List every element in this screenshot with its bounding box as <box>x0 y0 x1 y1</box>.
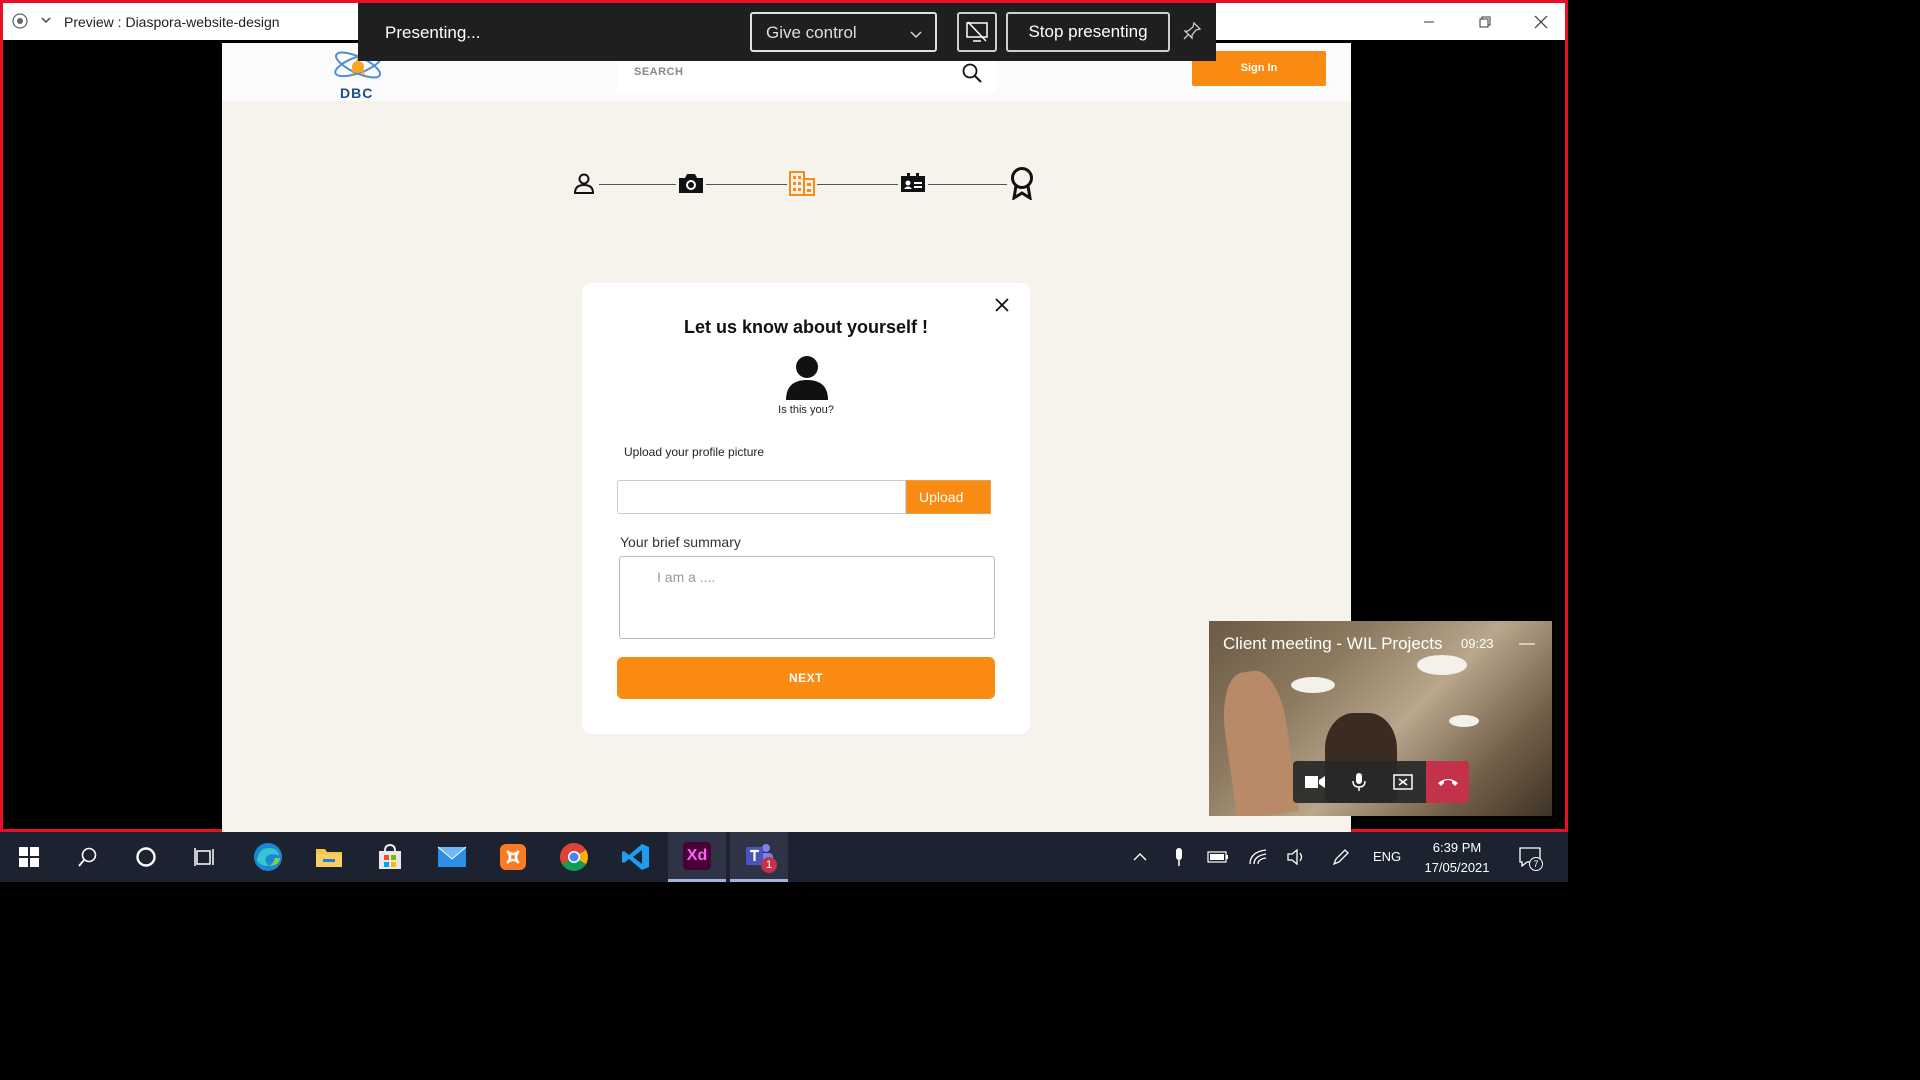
pin-icon[interactable] <box>1182 21 1204 43</box>
notifications-icon[interactable]: 7 <box>1517 846 1543 871</box>
volume-icon[interactable] <box>1285 846 1307 868</box>
wifi-icon[interactable] <box>1247 846 1269 868</box>
meeting-elapsed-time: 09:23 <box>1461 636 1494 651</box>
clock-time: 6:39 PM <box>1432 840 1482 855</box>
task-view-icon <box>194 848 214 866</box>
file-explorer-icon <box>316 849 342 867</box>
presenting-status: Presenting... <box>385 23 481 42</box>
stop-sharing-screen-button[interactable] <box>957 12 997 52</box>
adobe-xd-label: Xd <box>686 847 708 864</box>
mail-app[interactable] <box>423 832 481 882</box>
store-app[interactable] <box>361 832 419 882</box>
meeting-title: Client meeting - WIL Projects <box>1223 634 1443 653</box>
notifications-count: 7 <box>1529 857 1543 871</box>
participant-video <box>1217 667 1299 816</box>
stop-presenting-button[interactable]: Stop presenting <box>1006 12 1170 52</box>
xampp-icon <box>500 844 526 870</box>
avatar-icon[interactable] <box>785 355 829 401</box>
give-control-dropdown[interactable]: Give control <box>750 12 937 52</box>
vscode-icon <box>622 844 649 870</box>
xampp-app[interactable] <box>484 832 542 882</box>
about-yourself-modal: Let us know about yourself ! Is this you… <box>582 283 1030 734</box>
upload-file-field[interactable] <box>617 480 906 514</box>
summary-textarea[interactable] <box>619 556 995 639</box>
task-view-button[interactable] <box>176 832 234 882</box>
clock-date: 17/05/2021 <box>1424 860 1490 875</box>
close-icon[interactable] <box>994 297 1010 313</box>
search-icon[interactable] <box>962 63 982 88</box>
edge-icon <box>254 843 282 871</box>
minimize-icon[interactable]: — <box>1519 635 1535 653</box>
logo-text: DBC <box>340 85 374 101</box>
close-window-button[interactable] <box>1513 3 1569 40</box>
app-window: Preview : Diaspora-website-design DBC SE… <box>0 0 1569 833</box>
video-camera-icon <box>1305 776 1325 788</box>
step-camera-icon[interactable] <box>676 166 706 200</box>
search-placeholder: SEARCH <box>634 66 684 78</box>
video-background <box>1291 677 1335 693</box>
step-building-icon[interactable] <box>787 166 817 200</box>
share-tray-button[interactable] <box>1381 761 1425 803</box>
input-language[interactable]: ENG <box>1373 849 1401 864</box>
give-control-label: Give control <box>766 23 857 42</box>
summary-label: Your brief summary <box>620 534 741 550</box>
teams-notification-badge: 1 <box>761 857 777 873</box>
step-id-card-icon[interactable] <box>898 166 928 200</box>
show-hidden-icons-chevron-icon[interactable] <box>1129 846 1151 868</box>
vscode-app[interactable] <box>607 832 665 882</box>
windows-taskbar: Xd 1 ENG 6:39 PM 17/05/2021 7 <box>0 832 1568 882</box>
chrome-app[interactable] <box>545 832 603 882</box>
chevron-down-icon <box>909 26 923 46</box>
cortana-button[interactable] <box>117 832 175 882</box>
mail-icon <box>437 846 467 867</box>
microphone-tray-icon[interactable] <box>1168 846 1190 868</box>
video-background <box>1449 715 1479 727</box>
minimize-button[interactable] <box>1401 3 1457 40</box>
website-preview: DBC SEARCH Sign In Let us know about you… <box>222 43 1351 833</box>
restore-button[interactable] <box>1457 3 1513 40</box>
battery-icon[interactable] <box>1207 846 1229 868</box>
record-icon[interactable] <box>12 13 28 29</box>
chrome-icon <box>560 843 588 871</box>
step-person-icon[interactable] <box>569 166 599 200</box>
window-title: Preview : Diaspora-website-design <box>64 14 280 30</box>
file-explorer-app[interactable] <box>300 832 358 882</box>
camera-toggle-button[interactable] <box>1293 761 1337 803</box>
start-button[interactable] <box>0 832 58 882</box>
progress-steps <box>569 166 1037 202</box>
cortana-icon <box>136 847 156 867</box>
modal-heading: Let us know about yourself ! <box>683 317 929 337</box>
meeting-controls <box>1293 761 1469 803</box>
microphone-icon <box>1352 773 1366 791</box>
upload-label: Upload your profile picture <box>624 445 765 459</box>
upload-button[interactable]: Upload <box>906 480 991 514</box>
adobe-xd-app[interactable]: Xd <box>668 832 726 882</box>
screen-share-off-icon <box>966 21 988 42</box>
next-button[interactable]: NEXT <box>617 657 995 699</box>
clock[interactable]: 6:39 PM 17/05/2021 <box>1415 838 1499 878</box>
avatar-caption: Is this you? <box>778 404 834 416</box>
step-award-ribbon-icon[interactable] <box>1007 166 1037 200</box>
store-icon <box>379 843 401 869</box>
meeting-video-panel[interactable]: Client meeting - WIL Projects 09:23 — <box>1209 621 1552 816</box>
share-screen-icon <box>1393 774 1413 790</box>
taskbar-search-button[interactable] <box>59 832 117 882</box>
hang-up-button[interactable] <box>1426 761 1469 803</box>
phone-hangup-icon <box>1437 779 1458 786</box>
search-icon <box>78 847 97 867</box>
edge-app[interactable] <box>239 832 297 882</box>
mic-toggle-button[interactable] <box>1337 761 1381 803</box>
windows-start-icon <box>19 847 39 867</box>
pen-icon[interactable] <box>1330 846 1352 868</box>
video-background <box>1417 655 1467 675</box>
teams-app[interactable]: 1 <box>730 832 788 882</box>
chevron-down-icon[interactable] <box>39 13 55 29</box>
presenting-bar: Presenting... Give control Stop presenti… <box>358 3 1216 61</box>
